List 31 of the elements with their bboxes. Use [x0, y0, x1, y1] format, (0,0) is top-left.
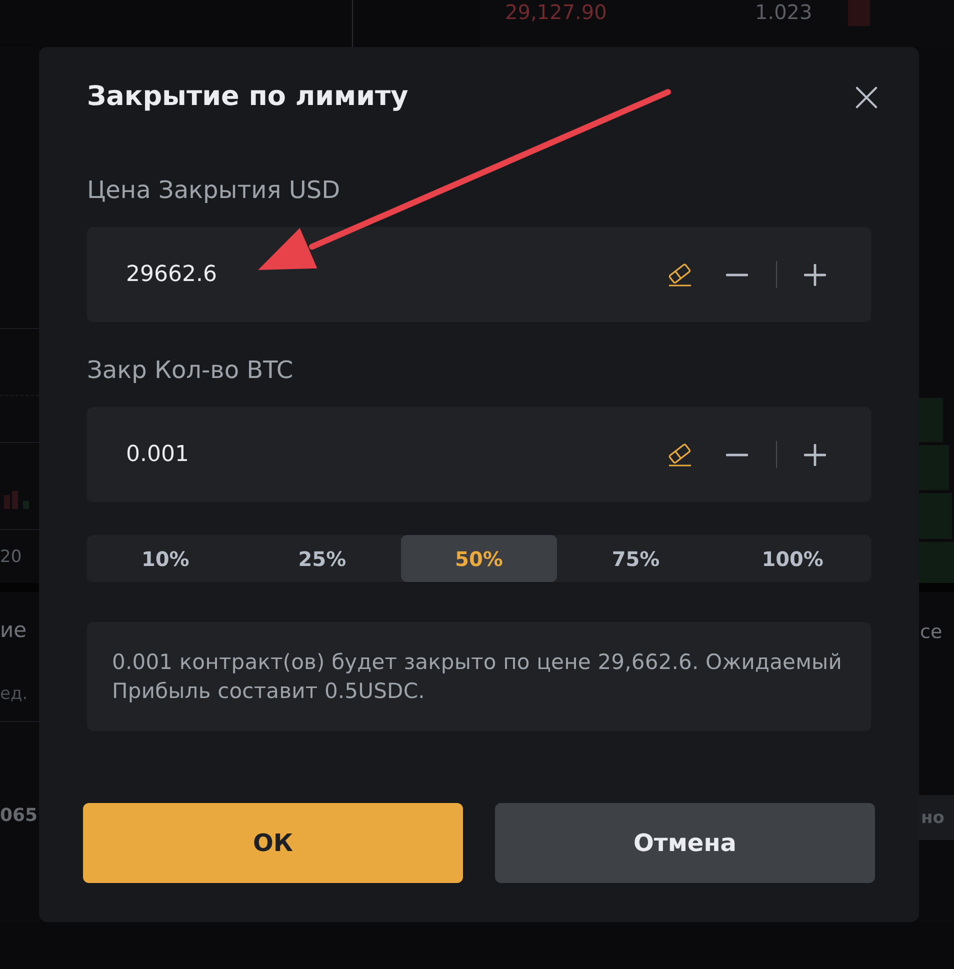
eraser-icon[interactable]	[667, 442, 693, 466]
ok-button[interactable]: ОК	[83, 803, 463, 883]
order-price: 29,127.90	[505, 0, 608, 24]
close-icon[interactable]	[855, 86, 878, 108]
section-heading: се	[919, 621, 942, 643]
depth-bar	[848, 0, 870, 26]
field-label: Закр Кол-во BTC	[87, 355, 294, 385]
axis-label: 20	[0, 546, 22, 566]
table-cell: 065	[0, 804, 38, 826]
candle-bar	[4, 495, 10, 509]
eraser-icon[interactable]	[667, 262, 693, 286]
section-heading: ие	[0, 618, 27, 642]
info-message: 0.001 контракт(ов) будет закрыто по цене 29,662.6. Ожидаемый Прибыль составит 0.5USDC.	[87, 622, 871, 731]
plus-icon[interactable]	[804, 444, 826, 466]
dialog-title: Закрытие по лимиту	[87, 81, 408, 113]
minus-icon[interactable]	[726, 452, 748, 456]
order-amount: 1.023	[755, 0, 814, 24]
percent-option[interactable]: 25%	[244, 535, 401, 582]
field-label: Цена Закрытия USD	[87, 175, 340, 205]
column-header: ед.	[0, 684, 28, 704]
percent-option[interactable]: 10%	[87, 535, 244, 582]
percent-option[interactable]: 75%	[557, 535, 714, 582]
percent-option[interactable]: 100%	[714, 535, 871, 582]
input-field[interactable]: 29662.6	[87, 227, 871, 322]
input-field[interactable]: 0.001	[87, 407, 871, 502]
candle-bar	[12, 491, 18, 509]
percent-option[interactable]: 50%	[400, 535, 558, 582]
minus-icon[interactable]	[726, 272, 748, 276]
plus-icon[interactable]	[804, 264, 826, 286]
candle-bar	[23, 501, 29, 509]
cancel-button[interactable]: Отмена	[495, 803, 875, 883]
